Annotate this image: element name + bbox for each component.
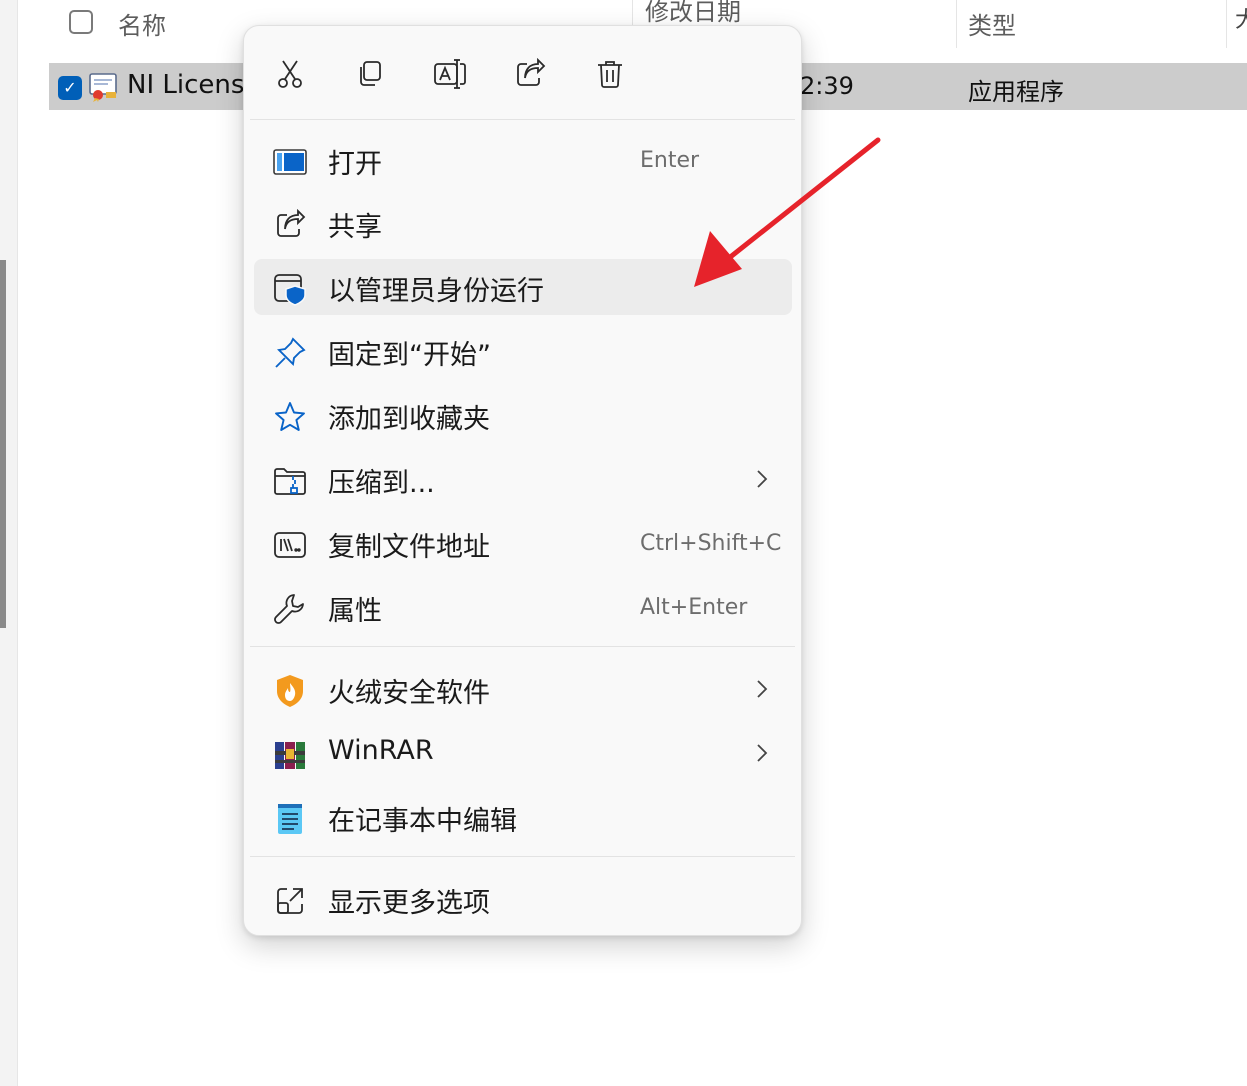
- menu-item-shortcut: Alt+Enter: [640, 595, 748, 620]
- delete-button[interactable]: [586, 50, 634, 98]
- copy-button[interactable]: [346, 50, 394, 98]
- column-header-size-partial[interactable]: 大: [1235, 2, 1247, 34]
- menu-item-label: 以管理员身份运行: [328, 276, 544, 307]
- menu-item-label: 共享: [328, 212, 382, 243]
- winrar-icon: [272, 737, 308, 773]
- row-checkbox-checked[interactable]: ✓: [58, 76, 82, 100]
- menu-item-show-more-options[interactable]: 显示更多选项: [254, 871, 792, 927]
- column-header-date[interactable]: 修改日期: [645, 0, 741, 27]
- menu-item-label: 添加到收藏夹: [328, 404, 490, 435]
- menu-divider: [250, 119, 795, 120]
- menu-item-label: 压缩到...: [328, 468, 435, 499]
- cut-icon: [278, 60, 302, 88]
- share-icon: [272, 207, 308, 243]
- file-name[interactable]: NI License: [127, 70, 260, 100]
- chevron-right-icon: [757, 744, 768, 762]
- share-icon: [517, 58, 546, 86]
- copy-path-icon: [272, 527, 308, 563]
- chevron-right-icon: [757, 680, 768, 698]
- menu-item-copy-path[interactable]: 复制文件地址 Ctrl+Shift+C: [254, 515, 792, 571]
- notepad-icon: [272, 801, 308, 837]
- copy-icon: [360, 61, 381, 86]
- sort-indicator-icon: ^: [343, 0, 358, 7]
- menu-item-properties[interactable]: 属性 Alt+Enter: [254, 579, 792, 635]
- menu-item-label: 固定到“开始”: [328, 340, 491, 371]
- more-options-icon: [272, 883, 308, 919]
- menu-item-huorong[interactable]: 火绒安全软件: [254, 661, 792, 717]
- menu-item-shortcut: Ctrl+Shift+C: [640, 531, 782, 556]
- column-header-name[interactable]: 名称: [118, 6, 166, 41]
- file-modified-time: 2:39: [800, 72, 854, 100]
- annotation-arrow: [694, 137, 881, 287]
- wrench-icon: [272, 591, 308, 627]
- menu-item-label: 显示更多选项: [328, 888, 490, 919]
- menu-item-winrar[interactable]: WinRAR: [254, 725, 792, 781]
- license-certificate-icon: [89, 73, 117, 102]
- navigation-scrollbar[interactable]: [0, 260, 6, 628]
- menu-item-label: 打开: [328, 149, 382, 180]
- menu-item-label: 在记事本中编辑: [328, 806, 517, 837]
- admin-shield-icon: [272, 271, 308, 307]
- rename-button[interactable]: [426, 50, 474, 98]
- huorong-icon: [272, 673, 308, 709]
- menu-item-label: 属性: [328, 596, 382, 627]
- select-all-checkbox[interactable]: [69, 10, 93, 34]
- menu-item-label: 火绒安全软件: [328, 678, 490, 709]
- chevron-right-icon: [757, 470, 768, 488]
- open-app-icon: [272, 144, 308, 180]
- column-separator[interactable]: [1226, 0, 1227, 48]
- column-separator[interactable]: [956, 0, 957, 48]
- file-type: 应用程序: [968, 78, 1064, 106]
- menu-item-label: 复制文件地址: [328, 532, 490, 563]
- menu-divider: [250, 646, 795, 647]
- menu-divider: [250, 856, 795, 857]
- rename-icon: [434, 59, 466, 89]
- menu-item-label: WinRAR: [328, 735, 434, 766]
- delete-icon: [598, 61, 622, 88]
- column-header-type[interactable]: 类型: [968, 6, 1016, 41]
- share-button[interactable]: [506, 50, 554, 98]
- menu-item-edit-in-notepad[interactable]: 在记事本中编辑: [254, 789, 792, 845]
- menu-item-add-to-favorites[interactable]: 添加到收藏夹: [254, 387, 792, 443]
- cut-button[interactable]: [266, 50, 314, 98]
- pin-icon: [272, 335, 308, 371]
- menu-item-pin-to-start[interactable]: 固定到“开始”: [254, 323, 792, 379]
- menu-item-compress-to[interactable]: 压缩到...: [254, 451, 792, 507]
- zip-folder-icon: [272, 463, 308, 499]
- star-icon: [272, 399, 308, 435]
